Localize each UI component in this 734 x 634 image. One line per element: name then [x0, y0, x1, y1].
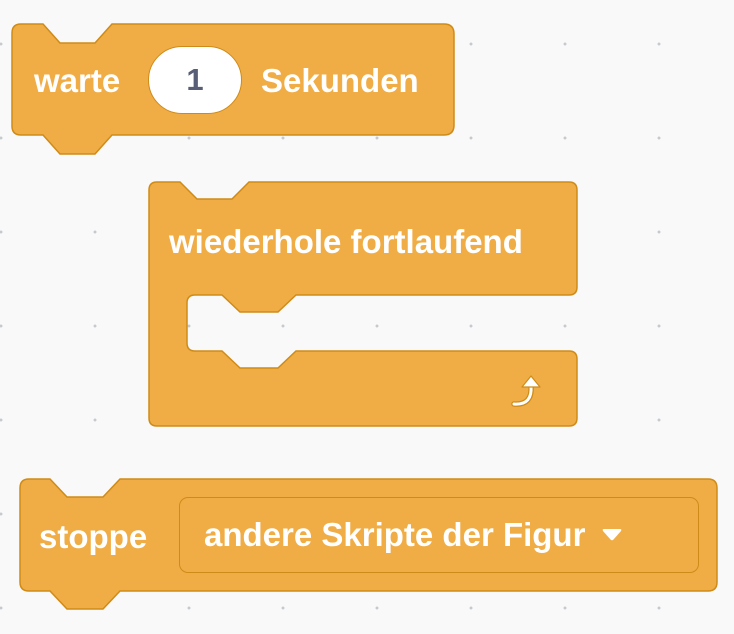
- stop-block[interactable]: stoppe andere Skripte der Figur: [0, 0, 734, 634]
- stop-label: stoppe: [39, 518, 148, 555]
- dropdown-arrow-icon: [603, 529, 622, 541]
- stop-option-value: andere Skripte der Figur: [204, 516, 586, 553]
- stop-option-dropdown[interactable]: andere Skripte der Figur: [179, 497, 699, 573]
